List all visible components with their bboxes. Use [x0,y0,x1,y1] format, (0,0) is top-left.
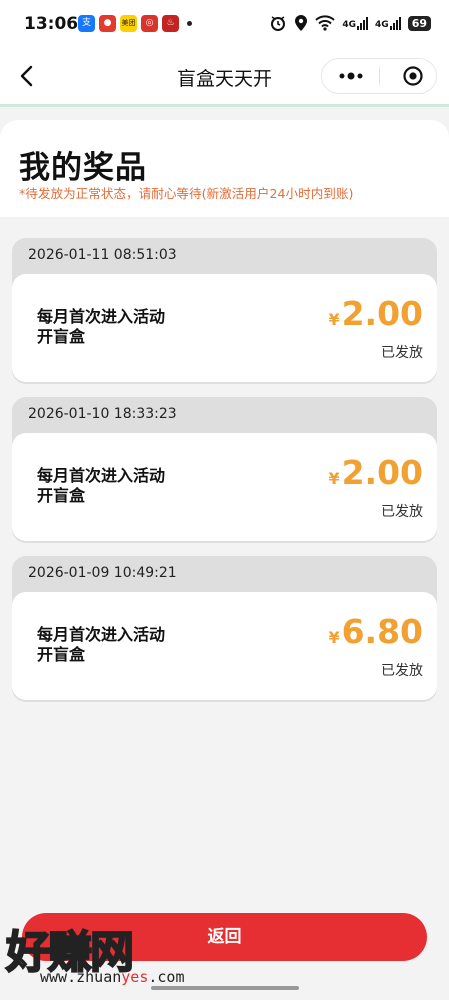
record-date: 2026-01-11 08:51:03 [28,247,177,263]
status-bar: 13:06 支 ● 美团 ◎ ♨ 4G 4G 69 [0,0,449,50]
location-icon [295,15,308,31]
record-description: 每月首次进入活动 开盲盒 [37,625,166,664]
close-target-icon[interactable] [403,66,423,86]
notification-dot-icon [187,21,192,26]
record-status: 已发放 [381,345,423,361]
red-envelope-icon: ● [99,15,116,32]
signal-1-icon: 4G [342,16,369,30]
mini-program-capsule [321,58,437,94]
record-card: 每月首次进入活动 开盲盒 ¥2.00 已发放 [12,433,437,541]
taobao-icon: ♨ [162,15,179,32]
page-title: 我的奖品 [19,150,147,186]
record-status: 已发放 [381,663,423,679]
status-indicators: 4G 4G 69 [269,14,431,32]
more-icon[interactable] [336,68,366,84]
alarm-icon [271,16,286,31]
status-time: 13:06 [24,14,79,34]
home-indicator[interactable] [151,986,299,990]
record-description: 每月首次进入活动 开盲盒 [37,466,166,505]
record-description: 每月首次进入活动 开盲盒 [37,307,166,346]
signal-2-icon: 4G [375,16,401,30]
wifi-icon [315,15,336,31]
app-icon: ◎ [141,15,158,32]
battery-icon: 69 [407,15,431,31]
prizes-header: 我的奖品 *待发放为正常状态，请耐心等待(新激活用户24小时内到账) [0,120,449,217]
record-amount: ¥2.00 [328,294,423,333]
record-date: 2026-01-10 18:33:23 [28,406,177,422]
watermark-url: www.zhuanyes.com [40,968,185,986]
record-amount: ¥6.80 [328,612,423,651]
alipay-icon: 支 [78,15,95,32]
record-card: 每月首次进入活动 开盲盒 ¥2.00 已发放 [12,274,437,382]
prize-record: 2026-01-10 18:33:23 每月首次进入活动 开盲盒 ¥2.00 已… [12,397,437,543]
site-watermark: 好赚网 www.zhuanyes.com [5,916,185,986]
record-date: 2026-01-09 10:49:21 [28,565,177,581]
record-status: 已发放 [381,504,423,520]
record-amount: ¥2.00 [328,453,423,492]
nav-bar: 盲盒天天开 [0,50,449,104]
meituan-icon: 美团 [120,15,137,32]
capsule-divider [379,67,380,85]
pending-notice: *待发放为正常状态，请耐心等待(新激活用户24小时内到账) [19,186,354,201]
status-app-icons: 支 ● 美团 ◎ ♨ [78,15,192,32]
prize-record: 2026-01-09 10:49:21 每月首次进入活动 开盲盒 ¥6.80 已… [12,556,437,702]
nav-accent-line [0,104,449,107]
prize-record: 2026-01-11 08:51:03 每月首次进入活动 开盲盒 ¥2.00 已… [12,238,437,384]
record-card: 每月首次进入活动 开盲盒 ¥6.80 已发放 [12,592,437,700]
